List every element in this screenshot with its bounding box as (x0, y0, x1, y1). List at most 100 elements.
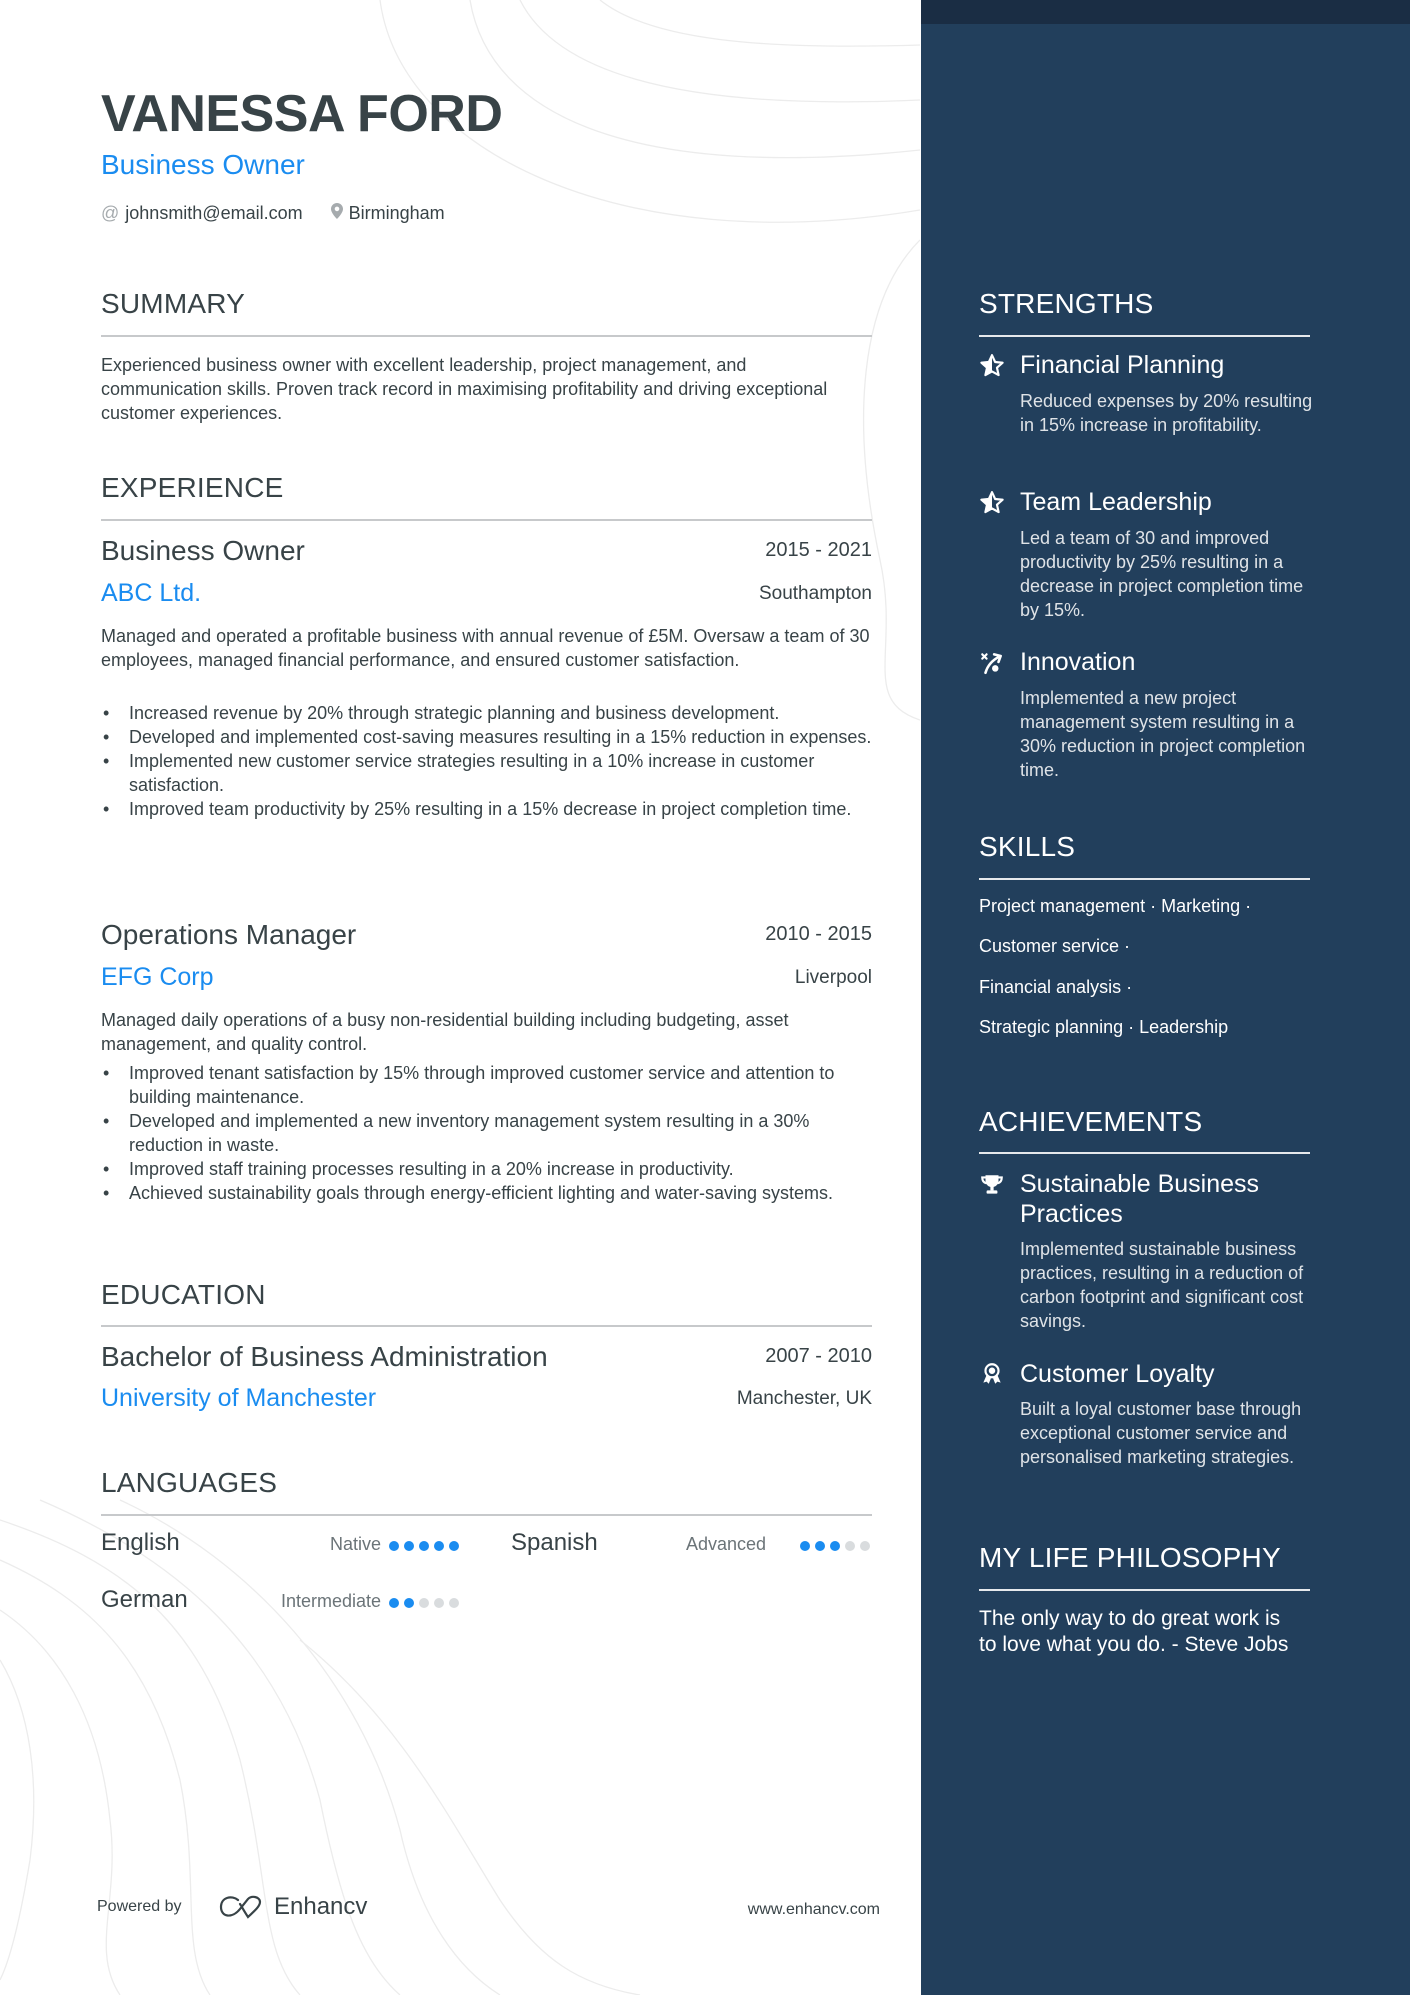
skills-line: Project management · Marketing · (979, 896, 1252, 916)
sidebar-top-band (921, 0, 1410, 24)
skills-heading: SKILLS (979, 831, 1076, 862)
strength-title: Financial Planning (1020, 351, 1225, 379)
achievements-divider (979, 1152, 1310, 1154)
languages-heading: LANGUAGES (101, 1467, 278, 1498)
achievement-bullet: Developed and implemented a new inventor… (101, 1109, 872, 1157)
achievement-bullet: Improved tenant satisfaction by 15% thro… (101, 1061, 872, 1109)
strength-title: Innovation (1020, 648, 1136, 676)
skills-line: Customer service · (979, 936, 1131, 956)
job-dates: 2010 - 2015 (765, 923, 872, 945)
map-pin-icon (330, 203, 343, 224)
job-description: Managed and operated a profitable busine… (101, 626, 870, 670)
achievement-bullet: Developed and implemented cost-saving me… (101, 725, 872, 749)
job-location: Liverpool (794, 967, 872, 988)
rating-dot-empty (449, 1598, 459, 1608)
rating-dot-filled (434, 1541, 444, 1551)
enhancv-logo[interactable]: Enhancv (218, 1893, 367, 1921)
contact-info: @ johnsmith@email.com Birmingham (101, 203, 445, 224)
language-level: Native (329, 1534, 381, 1554)
language-name: English (101, 1529, 180, 1556)
achievement-description: Built a loyal customer base through exce… (1020, 1399, 1302, 1467)
degree-title: Bachelor of Business Administration (101, 1341, 548, 1372)
language-rating (389, 1541, 459, 1551)
experience-heading: EXPERIENCE (101, 472, 284, 503)
enhancv-brand-text: Enhancv (274, 1893, 368, 1920)
skills-line: Strategic planning · Leadership (979, 1017, 1229, 1037)
philosophy-heading: MY LIFE PHILOSOPHY (979, 1542, 1281, 1573)
language-rating (800, 1541, 870, 1551)
philosophy-quote: The only way to do great work is to love… (979, 1607, 1289, 1656)
rating-dot-filled (389, 1541, 399, 1551)
job-title: Business Owner (101, 535, 305, 566)
rating-dot-empty (419, 1598, 429, 1608)
achievement-bullet: Improved team productivity by 25% result… (101, 797, 872, 821)
language-item: German Intermediate (101, 1586, 461, 1620)
achievement-bullet: Achieved sustainability goals through en… (101, 1181, 872, 1205)
skills-line: Financial analysis · (979, 977, 1133, 997)
rating-dot-empty (860, 1541, 870, 1551)
strength-title: Team Leadership (1020, 488, 1212, 516)
education-divider (101, 1325, 872, 1327)
achievements-heading: ACHIEVEMENTS (979, 1106, 1203, 1137)
school-location: Manchester, UK (736, 1388, 872, 1409)
strengths-divider (979, 335, 1310, 337)
company-name: ABC Ltd. (101, 579, 202, 607)
job-dates: 2015 - 2021 (765, 539, 872, 561)
rating-dot-empty (845, 1541, 855, 1551)
language-level: Advanced (685, 1534, 766, 1554)
achievement-bullet: Increased revenue by 20% through strateg… (101, 701, 872, 725)
email-link[interactable]: johnsmith@email.com (125, 203, 302, 224)
achievement-description: Implemented sustainable business practic… (1020, 1239, 1304, 1331)
candidate-name: VANESSA FORD (101, 85, 503, 143)
rating-dot-filled (404, 1541, 414, 1551)
achievement-title: Customer Loyalty (1020, 1360, 1215, 1388)
education-entry: Bachelor of Business Administration 2007… (101, 1341, 872, 1421)
skills-divider (979, 878, 1310, 880)
rating-dot-filled (404, 1598, 414, 1608)
rating-dot-filled (800, 1541, 810, 1551)
language-item: English Native (101, 1529, 461, 1563)
enhancv-logo-icon (219, 1895, 262, 1919)
company-name: EFG Corp (101, 963, 214, 991)
strength-description: Led a team of 30 and improved productivi… (1020, 528, 1304, 620)
summary-heading: SUMMARY (101, 288, 246, 319)
job-entry: Operations Manager 2010 - 2015 EFG Corp … (101, 919, 872, 1249)
languages-divider (101, 1514, 872, 1516)
sidebar: STRENGTHS Financial Planning Reduced exp… (921, 0, 1410, 1995)
language-item: Spanish Advanced (511, 1529, 872, 1563)
rating-dot-filled (449, 1541, 459, 1551)
star-half-icon (979, 353, 1005, 379)
language-name: Spanish (511, 1529, 598, 1556)
rating-dot-empty (434, 1598, 444, 1608)
rating-dot-filled (389, 1598, 399, 1608)
achievement-title: Sustainable Business Practices (1020, 1170, 1260, 1228)
rating-dot-filled (830, 1541, 840, 1551)
summary-text: Experienced business owner with excellen… (101, 355, 828, 423)
website-link[interactable]: www.enhancv.com (748, 1901, 880, 1919)
language-rating (389, 1598, 459, 1608)
language-name: German (101, 1586, 188, 1613)
school-name: University of Manchester (101, 1384, 377, 1412)
location-text: Birmingham (348, 203, 445, 223)
job-location: Southampton (758, 583, 872, 604)
job-title: Operations Manager (101, 919, 357, 950)
experience-divider (101, 519, 872, 521)
rating-dot-filled (815, 1541, 825, 1551)
achievement-bullet: Improved staff training processes result… (101, 1157, 872, 1181)
job-achievements: Improved tenant satisfaction by 15% thro… (101, 1061, 872, 1205)
education-dates: 2007 - 2010 (765, 1345, 872, 1367)
strength-description: Reduced expenses by 20% resulting in 15%… (1020, 391, 1313, 435)
job-entry: Business Owner 2015 - 2021 ABC Ltd. Sout… (101, 535, 872, 905)
strength-description: Implemented a new project management sys… (1020, 688, 1306, 780)
strengths-heading: STRENGTHS (979, 288, 1154, 319)
job-achievements: Increased revenue by 20% through strateg… (101, 701, 872, 821)
summary-divider (101, 335, 872, 337)
rating-dot-filled (419, 1541, 429, 1551)
medal-icon (979, 1361, 1005, 1387)
trophy-icon (979, 1172, 1005, 1198)
strategy-icon (979, 650, 1005, 676)
philosophy-divider (979, 1589, 1310, 1591)
at-icon: @ (101, 203, 120, 223)
education-heading: EDUCATION (101, 1279, 266, 1310)
job-description: Managed daily operations of a busy non-r… (101, 1010, 789, 1054)
